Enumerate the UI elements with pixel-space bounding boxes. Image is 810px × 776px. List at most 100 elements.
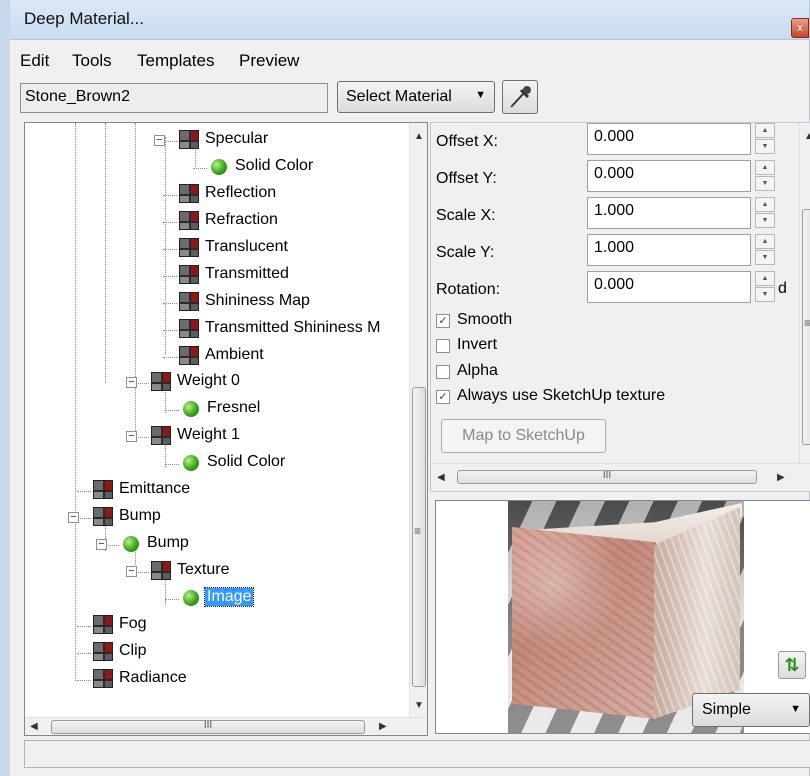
layer-grid-icon	[93, 642, 113, 661]
preview-cube-front	[512, 527, 656, 719]
always-use-sketchup-texture-checkbox[interactable]: ✓	[436, 390, 450, 404]
green-ball-icon	[183, 455, 199, 471]
layer-grid-icon	[151, 561, 171, 580]
invert-checkbox[interactable]	[436, 339, 450, 353]
scale-y-spinner[interactable]: ▲ ▼	[755, 234, 775, 266]
menu-edit[interactable]: Edit	[20, 51, 49, 71]
grip-icon: III	[203, 720, 213, 731]
rotation-field[interactable]: 0.000	[587, 271, 751, 303]
layer-grid-icon	[179, 292, 199, 311]
tree-connector-line	[105, 545, 119, 546]
scale-x-label: Scale X:	[436, 207, 496, 224]
props-vertical-scrollbar[interactable]: ▲ ≡	[799, 123, 810, 463]
tree-connector-line	[163, 195, 177, 196]
scale-y-label: Scale Y:	[436, 244, 495, 261]
scroll-down-icon[interactable]: ▼	[414, 700, 424, 711]
layer-grid-icon	[179, 319, 199, 338]
close-icon: x	[797, 22, 803, 34]
tree-connector-line	[77, 680, 91, 681]
invert-label: Invert	[457, 336, 498, 353]
always-use-sketchup-texture-label: Always use SketchUp texture	[457, 387, 666, 404]
select-material-dropdown[interactable]: Select Material ▼	[337, 81, 495, 113]
menu-preview[interactable]: Preview	[239, 51, 299, 71]
scroll-right-icon[interactable]: ▶	[379, 721, 387, 732]
layer-grid-icon	[179, 238, 199, 257]
scale-x-field[interactable]: 1.000	[587, 197, 751, 229]
map-to-sketchup-button[interactable]: Map to SketchUp	[441, 419, 606, 453]
scroll-left-icon[interactable]: ◀	[30, 721, 38, 732]
material-toolbar: Stone_Brown2 Select Material ▼	[10, 80, 809, 116]
layer-grid-icon	[93, 507, 113, 526]
green-ball-icon	[123, 536, 139, 552]
select-material-label: Select Material	[346, 88, 452, 105]
close-button[interactable]: x	[791, 18, 809, 38]
scale-x-spinner[interactable]: ▲ ▼	[755, 197, 775, 229]
collapse-icon[interactable]: −	[126, 566, 137, 577]
collapse-icon[interactable]: −	[68, 512, 79, 523]
green-ball-icon	[183, 401, 199, 417]
tree-vscroll-thumb[interactable]: ≡	[412, 387, 426, 687]
offset-y-field[interactable]: 0.000	[587, 160, 751, 192]
scroll-right-icon[interactable]: ▶	[777, 472, 785, 483]
scroll-up-icon[interactable]: ▲	[414, 131, 424, 142]
tree-node-label: Refraction	[205, 211, 278, 228]
tree-node-label: Weight 1	[177, 426, 240, 443]
rotation-spinner[interactable]: ▲ ▼	[755, 271, 775, 303]
material-preview-panel: ⇅ Simple ▼	[435, 500, 810, 734]
layer-grid-icon	[179, 130, 199, 149]
scale-y-field[interactable]: 1.000	[587, 234, 751, 266]
props-horizontal-scrollbar[interactable]: ◀ III ▶	[431, 463, 810, 491]
collapse-icon[interactable]: −	[126, 431, 137, 442]
preview-mode-label: Simple	[702, 701, 751, 718]
title-bar: Deep Material... x	[10, 0, 809, 40]
collapse-icon[interactable]: −	[154, 135, 165, 146]
tree-node-label: Texture	[177, 561, 230, 578]
eyedropper-button[interactable]	[502, 80, 538, 114]
props-vscroll-thumb[interactable]: ≡	[802, 209, 810, 445]
scroll-up-icon[interactable]: ▲	[804, 131, 810, 142]
tree-node-label: Weight 0	[177, 372, 240, 389]
tree-connector-line	[135, 383, 149, 384]
smooth-checkbox[interactable]: ✓	[436, 314, 450, 328]
tree-node-label: Image	[203, 587, 255, 607]
tree-node-label: Reflection	[205, 184, 277, 201]
tree-node-label: Clip	[119, 642, 147, 659]
tree-node-label: Shininess Map	[205, 292, 310, 309]
tree-hscroll-thumb[interactable]: III	[51, 720, 365, 734]
tree-node-label: Transmitted Shininess M	[205, 319, 381, 336]
layer-grid-icon	[179, 184, 199, 203]
offset-y-spinner[interactable]: ▲ ▼	[755, 160, 775, 192]
offset-x-spinner[interactable]: ▲ ▼	[755, 123, 775, 155]
collapse-icon[interactable]: −	[96, 539, 107, 550]
menu-templates[interactable]: Templates	[137, 51, 214, 71]
rotation-label: Rotation:	[436, 281, 501, 298]
tree-vertical-scrollbar[interactable]: ▲ ≡ ▼	[409, 123, 427, 717]
tree-node-label: Translucent	[205, 238, 288, 255]
menu-tools[interactable]: Tools	[72, 51, 112, 71]
layer-grid-icon	[179, 346, 199, 365]
scroll-left-icon[interactable]: ◀	[437, 472, 445, 483]
props-hscroll-thumb[interactable]: III	[457, 470, 757, 484]
refresh-icon: ⇅	[784, 655, 800, 675]
tree-node-label: Fog	[119, 615, 147, 632]
material-tree[interactable]: − Specular Solid Color Reflection Refraction…	[24, 122, 428, 736]
tree-connector-line	[165, 410, 179, 411]
layer-grid-icon	[93, 615, 113, 634]
material-name-field[interactable]: Stone_Brown2	[20, 83, 328, 113]
alpha-label: Alpha	[457, 362, 498, 379]
tree-connector-line	[163, 276, 177, 277]
tree-horizontal-scrollbar[interactable]: ◀ III ▶	[25, 717, 427, 735]
chevron-down-icon: ▼	[790, 703, 801, 715]
window-title: Deep Material...	[24, 9, 144, 28]
collapse-icon[interactable]: −	[126, 377, 137, 388]
refresh-preview-button[interactable]: ⇅	[778, 651, 806, 679]
layer-grid-icon	[151, 426, 171, 445]
offset-x-field[interactable]: 0.000	[587, 123, 751, 155]
layer-grid-icon	[93, 669, 113, 688]
layer-grid-icon	[151, 372, 171, 391]
green-ball-icon	[211, 159, 227, 175]
alpha-checkbox[interactable]	[436, 365, 450, 379]
tree-connector-line	[165, 599, 179, 600]
preview-mode-dropdown[interactable]: Simple ▼	[692, 693, 810, 727]
offset-x-label: Offset X:	[436, 133, 498, 150]
